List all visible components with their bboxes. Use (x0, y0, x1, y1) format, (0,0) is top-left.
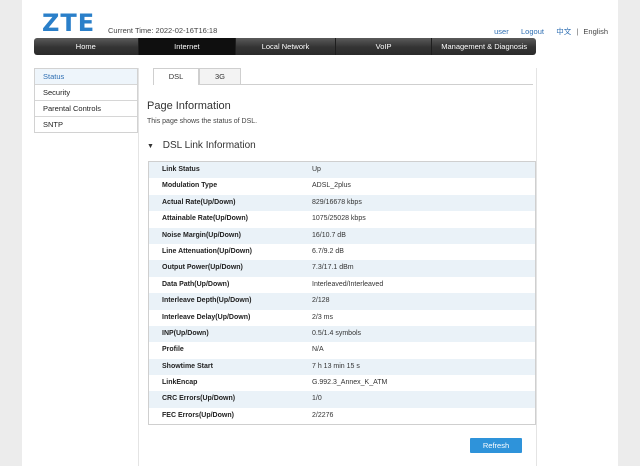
row-label: Output Power(Up/Down) (162, 264, 243, 272)
row-value: 1/0 (312, 395, 322, 403)
row-label: Attainable Rate(Up/Down) (162, 215, 248, 223)
row-label: INP(Up/Down) (162, 329, 209, 337)
nav-management-diagnosis[interactable]: Management & Diagnosis (432, 38, 536, 55)
table-row: Data Path(Up/Down) Interleaved/Interleave… (149, 276, 535, 294)
table-row: Modulation Type ADSL_2plus (149, 178, 535, 195)
row-label: Profile (162, 346, 184, 354)
row-label: Actual Rate(Up/Down) (162, 198, 236, 206)
page: ZTE Current Time: 2022-02-16T16:18 user … (22, 0, 618, 466)
table-row: Link Status Up (149, 162, 535, 179)
current-time-label: Current Time: (108, 26, 154, 35)
row-value: 0.5/1.4 symbols (312, 329, 362, 337)
table-row: Actual Rate(Up/Down) 829/16678 kbps (149, 194, 535, 212)
table-row: Noise Margin(Up/Down) 16/10.7 dB (149, 227, 535, 244)
sidebar-item-status[interactable]: Status (35, 69, 137, 85)
row-value: ADSL_2plus (312, 182, 351, 190)
row-value: G.992.3_Annex_K_ATM (312, 379, 388, 387)
row-value: 2/2276 (312, 411, 334, 419)
user-link[interactable]: user (494, 27, 509, 36)
row-label: Line Attenuation(Up/Down) (162, 247, 252, 255)
tab-bar: DSL 3G (153, 68, 533, 85)
english-language-link[interactable]: English (583, 27, 608, 36)
section-title: DSL Link Information (162, 140, 256, 151)
content-area: DSL 3G Page Information This page shows … (138, 68, 537, 466)
table-row: Showtime Start 7 h 13 min 15 s (149, 358, 535, 376)
section-header[interactable]: ▼ DSL Link Information (147, 140, 256, 151)
row-value: 7 h 13 min 15 s (312, 362, 360, 370)
row-value: N/A (312, 346, 324, 354)
current-time-value: 2022-02-16T16:18 (155, 26, 218, 35)
nav-local-network[interactable]: Local Network (236, 38, 336, 55)
triangle-down-icon: ▼ (147, 143, 154, 150)
sidebar-item-sntp[interactable]: SNTP (35, 117, 137, 132)
table-row: Profile N/A (149, 342, 535, 359)
table-row: Output Power(Up/Down) 7.3/17.1 dBm (149, 260, 535, 277)
row-value: 16/10.7 dB (312, 231, 346, 239)
table-row: INP(Up/Down) 0.5/1.4 symbols (149, 325, 535, 343)
table-row: CRC Errors(Up/Down) 1/0 (149, 391, 535, 408)
row-value: 1075/25028 kbps (312, 215, 366, 223)
row-label: Interleave Depth(Up/Down) (162, 297, 252, 305)
tab-3g[interactable]: 3G (199, 68, 241, 84)
chinese-language-link[interactable]: 中文 (556, 27, 571, 36)
table-row: Attainable Rate(Up/Down) 1075/25028 kbps (149, 211, 535, 228)
sidebar-item-security[interactable]: Security (35, 85, 137, 101)
page-title: Page Information (147, 100, 231, 112)
zte-logo: ZTE (42, 9, 96, 37)
row-label: LinkEncap (162, 379, 198, 387)
main-nav: Home Internet Local Network VoIP Managem… (34, 38, 536, 55)
row-label: Modulation Type (162, 182, 218, 190)
table-row: Line Attenuation(Up/Down) 6.7/9.2 dB (149, 243, 535, 261)
row-label: Interleave Delay(Up/Down) (162, 313, 251, 321)
current-time: Current Time: 2022-02-16T16:18 (108, 26, 217, 35)
row-value: 7.3/17.1 dBm (312, 264, 354, 272)
row-value: 2/3 ms (312, 313, 334, 321)
refresh-button[interactable]: Refresh (470, 438, 522, 453)
table-row: Interleave Delay(Up/Down) 2/3 ms (149, 309, 535, 326)
top-links: user Logout 中文 | English (494, 26, 608, 37)
row-label: FEC Errors(Up/Down) (162, 411, 234, 419)
nav-internet[interactable]: Internet (138, 38, 237, 55)
table-row: Interleave Depth(Up/Down) 2/128 (149, 293, 535, 310)
row-label: Data Path(Up/Down) (162, 280, 230, 288)
row-label: Noise Margin(Up/Down) (162, 231, 241, 239)
language-separator: | (576, 27, 579, 36)
nav-voip[interactable]: VoIP (336, 38, 433, 55)
page-description: This page shows the status of DSL. (147, 118, 258, 125)
sidebar: Status Security Parental Controls SNTP (34, 68, 138, 133)
dsl-info-table: Link Status Up Modulation Type ADSL_2plus Ac… (148, 161, 536, 426)
row-value: 6.7/9.2 dB (312, 247, 344, 255)
table-row: FEC Errors(Up/Down) 2/2276 (149, 407, 535, 425)
row-value: 829/16678 kbps (312, 198, 362, 206)
sidebar-item-parental-controls[interactable]: Parental Controls (35, 101, 137, 117)
row-value: 2/128 (312, 297, 330, 305)
row-label: Link Status (162, 166, 200, 173)
table-row: LinkEncap G.992.3_Annex_K_ATM (149, 375, 535, 392)
tab-dsl[interactable]: DSL (153, 68, 199, 85)
row-value: Up (312, 166, 321, 173)
logout-link[interactable]: Logout (521, 27, 544, 36)
row-label: CRC Errors(Up/Down) (162, 395, 236, 403)
row-value: Interleaved/Interleaved (312, 280, 384, 288)
row-label: Showtime Start (162, 362, 213, 370)
nav-home[interactable]: Home (34, 38, 139, 55)
